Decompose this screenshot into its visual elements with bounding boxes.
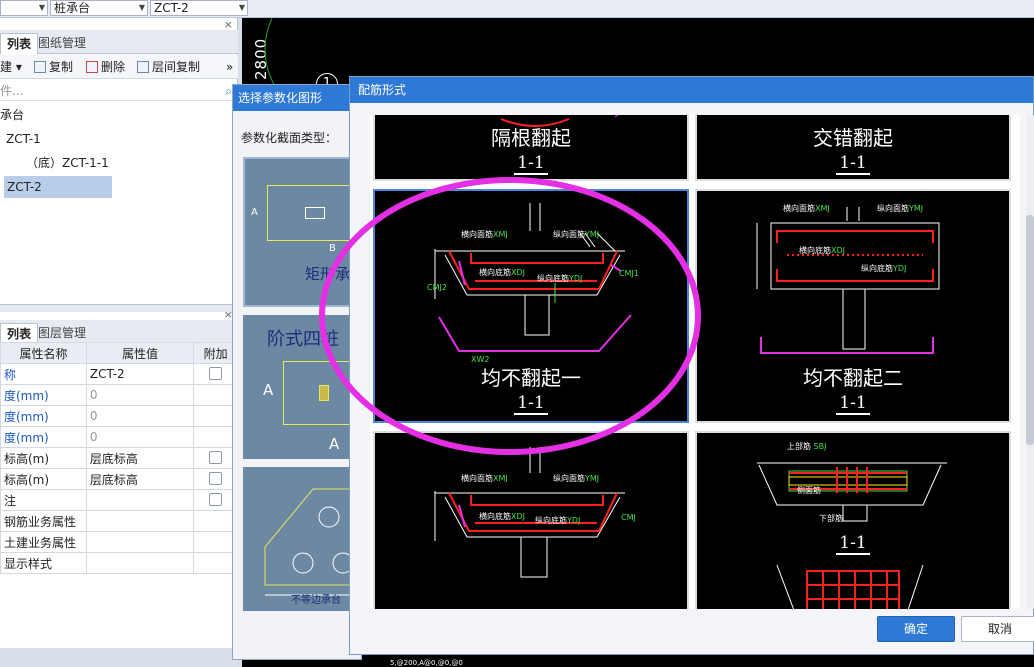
tree-item-root[interactable]: 承台 — [0, 104, 24, 126]
panel-splitter[interactable] — [0, 304, 238, 312]
rebar-option-staggered-bend[interactable]: 交错翻起 1-1 — [695, 115, 1011, 181]
property-value[interactable] — [85, 510, 195, 532]
rebar-option-3[interactable]: 横向面筋XMJ 纵向面筋YMJ 横向底筋XDJ 纵向底筋YDJ CMJ — [373, 431, 689, 609]
property-extra — [193, 426, 238, 448]
search-input[interactable]: 件... ⌕ — [0, 81, 238, 101]
select-parametric-dialog: 选择参数化图形 参数化截面类型： A B 矩形承台 阶式四桩 A A 不等边承台 — [232, 84, 365, 660]
thumb-step-four-pile[interactable]: 阶式四桩 A A — [243, 315, 363, 459]
component-name-combo[interactable]: ZCT-2 ▼ — [150, 0, 248, 16]
column-header: 属性值 — [85, 342, 195, 364]
property-extra — [193, 447, 238, 469]
tab-drawing-manage[interactable]: 图纸管理 — [32, 33, 92, 54]
delete-icon — [86, 61, 98, 73]
property-row[interactable]: 土建业务属性 — [0, 531, 238, 553]
property-row[interactable]: 度(mm) 0 — [0, 384, 238, 406]
property-name: 钢筋业务属性 — [0, 510, 87, 532]
copy-icon — [34, 61, 46, 73]
property-name: 标高(m) — [0, 447, 87, 469]
section-type-label: 参数化截面类型： — [241, 131, 338, 145]
search-icon: ⌕ — [225, 84, 232, 98]
property-extra — [193, 489, 238, 511]
property-row[interactable]: 标高(m) 层底标高 — [0, 447, 238, 469]
property-row[interactable]: 标高(m) 层底标高 — [0, 468, 238, 490]
property-name: 度(mm) — [0, 405, 87, 427]
chevron-down-icon: ▼ — [138, 3, 145, 12]
chevron-down-icon: ▼ — [38, 3, 45, 12]
dialog-title: 配筋形式 — [350, 77, 1033, 103]
extra-checkbox[interactable] — [209, 493, 223, 506]
scrollbar-thumb[interactable] — [1026, 215, 1034, 445]
property-row[interactable]: 显示样式 — [0, 552, 238, 574]
tree-item-zct1[interactable]: ZCT-1 — [6, 128, 41, 150]
tree-item-zct2[interactable]: ZCT-2 — [4, 176, 112, 198]
property-row[interactable]: 注 — [0, 489, 238, 511]
dialog-title: 选择参数化图形 — [233, 85, 361, 111]
property-name: 标高(m) — [0, 468, 87, 490]
property-extra — [193, 363, 238, 385]
property-value[interactable]: 0 — [85, 384, 195, 406]
copy-button[interactable]: 复制 — [34, 59, 73, 75]
property-extra — [193, 384, 238, 406]
tab-layer-manage[interactable]: 图层管理 — [32, 323, 92, 344]
property-row[interactable]: 度(mm) 0 — [0, 426, 238, 448]
property-row[interactable]: 度(mm) 0 — [0, 405, 238, 427]
top-toolbar: ▼ 桩承台 ▼ ZCT-2 ▼ — [0, 0, 1034, 18]
property-name: 度(mm) — [0, 426, 87, 448]
thumb-rect-cap[interactable]: A B 矩形承台 — [243, 157, 365, 307]
component-toolbar: 建 ▾ 复制 删除 层间复制 » — [0, 55, 238, 79]
ok-button[interactable]: 确定 — [877, 616, 955, 642]
extra-checkbox[interactable] — [209, 367, 223, 380]
new-button[interactable]: 建 ▾ — [0, 59, 22, 75]
property-row[interactable]: 称 ZCT-2 — [0, 363, 238, 385]
delete-button[interactable]: 删除 — [86, 59, 125, 75]
rebar-form-gallery: 隔根翻起 1-1 交错翻起 1-1 横向面筋XMJ 纵向面筋YMJ 横向底筋XD… — [370, 115, 1020, 609]
property-value[interactable] — [85, 531, 195, 553]
extra-checkbox[interactable] — [209, 472, 223, 485]
floor-copy-button[interactable]: 层间复制 — [137, 59, 200, 75]
cancel-button[interactable]: 取消 — [961, 616, 1034, 642]
cad-bottom-text: 5,@200,A@0,@0,@0 — [390, 659, 463, 667]
property-value[interactable]: 0 — [85, 405, 195, 427]
property-value[interactable] — [85, 489, 195, 511]
property-extra — [193, 468, 238, 490]
left-panel: × 列表 图纸管理 建 ▾ 复制 删除 层间复制 » 件... ⌕ 承台 ZCT-… — [0, 18, 238, 648]
property-extra — [193, 552, 238, 574]
property-table: 属性名称 属性值 附加 称 ZCT-2 度(mm) 0 度(mm) 0 度(mm) 0 标高(m… — [0, 342, 238, 574]
component-type-combo[interactable]: 桩承台 ▼ — [50, 0, 148, 16]
property-value[interactable]: 层底标高 — [85, 468, 195, 490]
column-header: 属性名称 — [0, 342, 87, 364]
column-header: 附加 — [193, 342, 238, 364]
more-icon[interactable]: » — [226, 59, 233, 75]
rebar-option-no-bend-2[interactable]: 横向面筋XMJ 纵向面筋YMJ 横向底筋XDJ 纵向底筋YDJ 均不翻起二 1-… — [695, 189, 1011, 423]
property-value[interactable]: ZCT-2 — [85, 363, 195, 385]
property-name: 注 — [0, 489, 87, 511]
property-tabs: 列表 图层管理 — [0, 320, 238, 344]
rebar-option-4[interactable]: 上部筋 SBJ 侧面筋 下部筋 1-1 — [695, 431, 1011, 609]
property-extra — [193, 531, 238, 553]
property-value[interactable] — [85, 552, 195, 574]
floor-combo[interactable]: ▼ — [0, 0, 48, 16]
rebar-option-no-bend-1[interactable]: 横向面筋XMJ 纵向面筋YMJ 横向底筋XDJ 纵向底筋YDJ CMJ2 CMJ… — [373, 189, 689, 423]
chevron-down-icon: ▼ — [238, 3, 245, 12]
tree-item-zct1-1[interactable]: （底）ZCT-1-1 — [26, 152, 109, 174]
property-extra — [193, 405, 238, 427]
rebar-option-alternate-bend[interactable]: 隔根翻起 1-1 — [373, 115, 689, 181]
property-value[interactable]: 层底标高 — [85, 447, 195, 469]
extra-checkbox[interactable] — [209, 451, 223, 464]
property-name: 土建业务属性 — [0, 531, 87, 553]
property-value[interactable]: 0 — [85, 426, 195, 448]
property-name: 显示样式 — [0, 552, 87, 574]
floor-copy-icon — [137, 61, 149, 73]
property-name: 称 — [0, 363, 87, 385]
property-extra — [193, 510, 238, 532]
rebar-form-dialog: 配筋形式 隔根翻起 1-1 交错翻起 1-1 横向面筋XMJ 纵向面筋YMJ 横… — [349, 76, 1034, 655]
component-tabs: 列表 图纸管理 — [0, 30, 238, 54]
gallery-scrollbar[interactable] — [1026, 115, 1034, 609]
property-name: 度(mm) — [0, 384, 87, 406]
property-row[interactable]: 钢筋业务属性 — [0, 510, 238, 532]
thumb-unequal-cap[interactable]: 不等边承台 — [243, 467, 363, 611]
